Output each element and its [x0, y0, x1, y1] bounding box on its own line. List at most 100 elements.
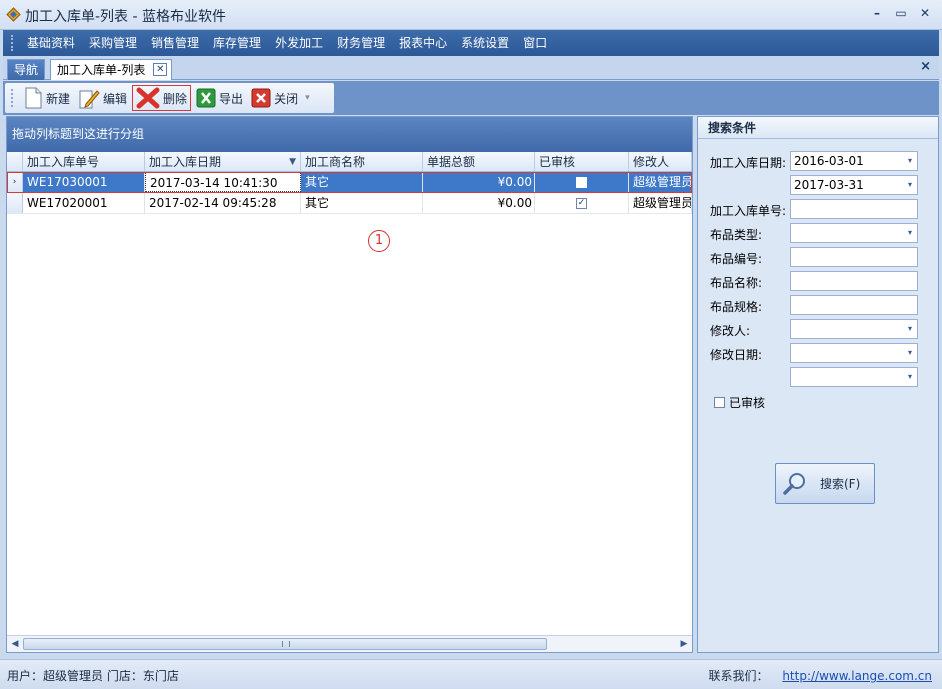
cell-vendor[interactable]: 其它	[301, 193, 423, 213]
table-row[interactable]: › WE17030001 2017-03-14 10:41:30 其它 ¥0.0…	[7, 172, 692, 193]
modifier-select[interactable]: ▾	[790, 319, 918, 339]
modify-date-to-row: ▾	[698, 367, 938, 387]
fabric-spec-input[interactable]	[790, 295, 918, 315]
scroll-thumb[interactable]	[23, 638, 547, 650]
menu-purchase[interactable]: 采购管理	[82, 30, 144, 56]
approved-checkbox[interactable]	[576, 177, 587, 188]
approved-checkbox[interactable]: ✓	[576, 198, 587, 209]
contact-link[interactable]: http://www.lange.com.cn	[782, 669, 932, 683]
fabric-name-input[interactable]	[790, 271, 918, 291]
fabric-spec-row: 布品规格:	[698, 295, 938, 315]
new-button[interactable]: 新建	[20, 85, 73, 111]
order-no-input[interactable]	[790, 199, 918, 219]
menu-outsourcing[interactable]: 外发加工	[268, 30, 330, 56]
column-header-amount[interactable]: 单据总额	[423, 152, 535, 171]
menu-reports[interactable]: 报表中心	[392, 30, 454, 56]
search-panel-title: 搜索条件	[698, 117, 938, 139]
scroll-grip-icon	[282, 641, 290, 647]
cell-vendor[interactable]: 其它	[301, 172, 423, 192]
magnifier-icon	[783, 472, 805, 495]
modify-date-to-picker[interactable]: ▾	[790, 367, 918, 387]
toolbar-overflow-icon[interactable]: ▾	[305, 93, 310, 103]
table-row[interactable]: WE17020001 2017-02-14 09:45:28 其它 ¥0.00 …	[7, 193, 692, 214]
modify-date-from-picker[interactable]: ▾	[790, 343, 918, 363]
modifier-label: 修改人:	[710, 324, 751, 338]
order-no-label: 加工入库单号:	[710, 204, 787, 218]
cell-approved[interactable]	[535, 172, 629, 192]
menu-finance[interactable]: 财务管理	[330, 30, 392, 56]
new-label: 新建	[46, 91, 71, 106]
edit-button[interactable]: 编辑	[75, 85, 130, 111]
status-contact: 联系我们： http://www.lange.com.cn	[708, 667, 932, 684]
chevron-down-icon[interactable]: ▾	[908, 344, 912, 362]
title-bar: 加工入库单-列表 - 蓝格布业软件 – ▭ ✕	[0, 0, 942, 30]
tab-processing-inbound-list[interactable]: 加工入库单-列表 ✕	[50, 59, 173, 80]
close-button[interactable]: 关闭	[248, 85, 301, 111]
date-label: 加工入库日期:	[710, 156, 787, 170]
date-from-picker[interactable]: 2016-03-01 ▾	[790, 151, 918, 171]
column-header-date[interactable]: 加工入库日期 ▼	[145, 152, 301, 171]
fabric-spec-label: 布品规格:	[710, 300, 763, 314]
column-header-order-no[interactable]: 加工入库单号	[23, 152, 145, 171]
column-header-vendor[interactable]: 加工商名称	[301, 152, 423, 171]
modify-date-row: 修改日期: ▾	[698, 343, 938, 363]
menu-inventory[interactable]: 库存管理	[206, 30, 268, 56]
cell-order-no[interactable]: WE17030001	[23, 172, 145, 192]
chevron-down-icon[interactable]: ▾	[908, 224, 912, 242]
app-logo-icon	[6, 7, 21, 22]
fabric-code-input[interactable]	[790, 247, 918, 267]
chevron-down-icon[interactable]: ▾	[908, 368, 912, 386]
tab-navigation[interactable]: 导航	[7, 59, 46, 80]
cell-date[interactable]: 2017-02-14 09:45:28	[145, 193, 301, 213]
chevron-down-icon[interactable]: ▾	[908, 152, 912, 170]
approved-filter-checkbox[interactable]	[714, 397, 725, 408]
cell-modifier[interactable]: 超级管理员	[629, 193, 692, 213]
order-grid: 拖动列标题到这进行分组 加工入库单号 加工入库日期 ▼ 加工商名称 单据总额 已…	[6, 116, 693, 653]
fabric-name-row: 布品名称:	[698, 271, 938, 291]
search-button[interactable]: 搜索(F)	[775, 463, 875, 504]
status-bar: 用户：超级管理员 门店：东门店 联系我们： http://www.lange.c…	[0, 659, 942, 689]
column-header-modifier[interactable]: 修改人	[629, 152, 692, 171]
date-to-row: 2017-03-31 ▾	[698, 175, 938, 195]
scroll-left-icon[interactable]: ◀	[9, 638, 21, 650]
menu-grip-icon	[11, 35, 14, 51]
cell-modifier[interactable]: 超级管理员	[629, 172, 692, 192]
approved-filter[interactable]: 已审核	[714, 394, 765, 411]
delete-button[interactable]: 删除	[132, 85, 192, 111]
date-to-picker[interactable]: 2017-03-31 ▾	[790, 175, 918, 195]
row-indicator-icon: ›	[7, 172, 23, 192]
tab-label: 加工入库单-列表	[57, 63, 146, 77]
fabric-type-select[interactable]: ▾	[790, 223, 918, 243]
cell-amount[interactable]: ¥0.00	[423, 193, 535, 213]
edit-pencil-icon	[79, 90, 100, 109]
modify-date-label: 修改日期:	[710, 348, 763, 362]
fabric-type-label: 布品类型:	[710, 228, 763, 242]
fabric-code-row: 布品编号:	[698, 247, 938, 267]
restore-button[interactable]: ▭	[892, 4, 910, 22]
fabric-type-row: 布品类型: ▾	[698, 223, 938, 243]
tab-close-icon[interactable]: ✕	[153, 63, 168, 76]
cell-date[interactable]: 2017-03-14 10:41:30	[145, 172, 301, 192]
minimize-button[interactable]: –	[868, 4, 886, 22]
cell-approved[interactable]: ✓	[535, 193, 629, 213]
close-all-tabs-icon[interactable]: ×	[920, 59, 931, 74]
horizontal-scrollbar[interactable]: ◀ ▶	[7, 635, 692, 652]
column-header-approved[interactable]: 已审核	[535, 152, 629, 171]
chevron-down-icon[interactable]: ▾	[908, 176, 912, 194]
cell-amount[interactable]: ¥0.00	[423, 172, 535, 192]
row-indicator	[7, 193, 23, 213]
annotation-marker-1: 1	[368, 230, 390, 252]
menu-basic-data[interactable]: 基础资料	[20, 30, 82, 56]
menu-settings[interactable]: 系统设置	[454, 30, 516, 56]
menu-sales[interactable]: 销售管理	[144, 30, 206, 56]
scroll-right-icon[interactable]: ▶	[678, 638, 690, 650]
cell-order-no[interactable]: WE17020001	[23, 193, 145, 213]
group-by-panel[interactable]: 拖动列标题到这进行分组	[7, 117, 692, 152]
export-button[interactable]: 导出	[193, 85, 246, 111]
menu-window[interactable]: 窗口	[516, 30, 554, 56]
order-no-row: 加工入库单号:	[698, 199, 938, 219]
chevron-down-icon[interactable]: ▾	[908, 320, 912, 338]
delete-x-icon	[136, 87, 160, 109]
close-window-button[interactable]: ✕	[916, 4, 934, 22]
fabric-name-label: 布品名称:	[710, 276, 763, 290]
